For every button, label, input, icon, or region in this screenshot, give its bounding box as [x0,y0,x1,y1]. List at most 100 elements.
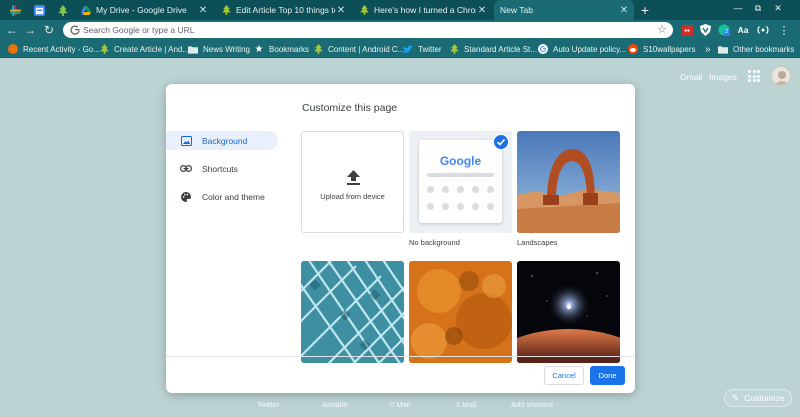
bookmark-other-bookmarks[interactable]: Other bookmarks [718,42,794,56]
image-icon [180,135,192,147]
new-tab-button[interactable]: + [637,2,653,18]
android-icon [313,44,323,54]
link-icon [180,163,192,175]
pencil-icon: ✎ [731,392,740,403]
apps-grid-icon[interactable] [748,70,760,82]
upload-from-device-tile[interactable]: Upload from device [301,131,404,233]
avatar[interactable] [771,66,791,86]
landscapes-caption: Landscapes [517,238,558,247]
close-tab-icon[interactable]: ✕ [335,5,347,16]
tab-title: My Drive - Google Drive [96,5,187,15]
menu-kebab-icon[interactable]: ⋮ [777,23,791,37]
bookmark-star-icon[interactable]: ☆ [657,23,667,37]
android-icon [359,5,369,15]
landscape-arch-image [517,131,620,233]
close-tab-icon[interactable]: ✕ [476,5,488,16]
reload-icon[interactable]: ↻ [42,23,56,37]
activity-icon [8,44,18,54]
pinned-tab-slack[interactable] [4,1,26,19]
shortcut-airtable[interactable]: Airtable [322,400,347,409]
bookmark-label: Other bookmarks [733,44,795,54]
tab-google-drive[interactable]: My Drive - Google Drive ✕ [75,0,213,20]
architecture-tile[interactable] [301,261,404,363]
bookmark-create-article[interactable]: Create Article | And... [99,42,189,56]
extension-lastpass[interactable] [680,23,694,37]
pinned-tab-android[interactable] [52,1,74,19]
extension-translate[interactable]: Aa [735,23,751,37]
bookmark-label: Recent Activity - Go... [23,44,100,54]
bookmark-auto-update-policy[interactable]: Auto Update policy... [538,42,626,56]
omnibox[interactable]: ☆ [63,22,673,38]
bookmarks-overflow-icon[interactable]: » [705,42,711,56]
tab-edit-article[interactable]: Edit Article Top 10 things to do w ✕ [215,0,351,20]
gmail-link[interactable]: Gmail [680,72,702,82]
close-tab-icon[interactable]: ✕ [618,5,630,16]
bookmark-content-android[interactable]: Content | Android C... [313,42,404,56]
maximize-icon[interactable]: ⧉ [751,3,765,14]
tab-new-tab[interactable]: New Tab ✕ [494,0,634,20]
folder-icon [188,44,198,54]
extension-grammarly[interactable]: 2 [717,23,731,37]
search-bar-preview [427,173,494,177]
images-link[interactable]: Images [709,72,737,82]
no-background-tile[interactable]: Google [409,131,512,233]
space-tile[interactable] [517,261,620,363]
menu-label: Shortcuts [202,163,238,174]
bookmark-label: Bookmarks [269,44,310,54]
minimize-icon[interactable]: — [731,3,745,13]
bookmark-label: S10wallpapers [643,44,696,54]
bookmark-label: Content | Android C... [328,44,405,54]
omnibox-input[interactable] [83,23,643,37]
chevron-double-icon: » [705,43,711,55]
shortcut-1-mail[interactable]: 1 Mail [456,400,476,409]
slack-icon [9,4,21,16]
done-button[interactable]: Done [590,366,625,385]
landscapes-tile[interactable] [517,131,620,233]
bookmark-standard-article[interactable]: Standard Article St... [449,42,537,56]
extension-cast[interactable] [756,23,770,37]
text-size-icon: Aa [737,25,749,35]
bookmark-bookmarks[interactable]: ★ Bookmarks [254,42,310,56]
bookmark-twitter[interactable]: Twitter [403,42,442,56]
space-planet-image [517,261,620,363]
no-background-caption: No background [409,238,460,247]
textures-tile[interactable] [409,261,512,363]
back-icon[interactable]: ← [5,23,19,37]
customize-dialog: Customize this page Background Shortcuts… [166,84,635,393]
shortcut-add[interactable]: Add shortcut [511,400,553,409]
folder-icon [718,44,728,54]
shortcut-0-mail[interactable]: 0 Mail [390,400,410,409]
bookmark-label: Create Article | And... [114,44,190,54]
customize-button[interactable]: ✎ Customize [724,389,792,407]
tab-title: Here's how I turned a Chromebo [374,5,476,15]
google-preview-card: Google [419,140,502,223]
shortcut-twitter[interactable]: Twitter [257,400,279,409]
menu-label: Color and theme [202,191,265,202]
orange-texture-image [409,261,512,363]
menu-item-shortcuts[interactable]: Shortcuts [166,159,278,178]
calendar-icon [33,4,45,16]
pinned-tab-calendar[interactable] [28,1,50,19]
shortcut-dots-preview [427,186,497,210]
bookmark-label: News Writing [203,44,250,54]
menu-item-color-theme[interactable]: Color and theme [166,187,278,206]
menu-label: Background [202,135,248,146]
dialog-title: Customize this page [302,102,398,114]
bookmark-recent-activity[interactable]: Recent Activity - Go... [8,42,100,56]
tab-title: Edit Article Top 10 things to do w [236,5,335,15]
extension-vpn[interactable] [698,23,712,37]
menu-item-background[interactable]: Background [166,131,278,150]
shield-icon [699,24,711,36]
upload-icon [347,170,360,185]
bookmark-label: Twitter [418,44,442,54]
bookmark-s10wallpapers[interactable]: S10wallpapers [628,42,695,56]
drive-icon [81,5,91,15]
forward-icon[interactable]: → [23,23,37,37]
close-tab-icon[interactable]: ✕ [197,5,209,16]
bookmark-news-writing[interactable]: News Writing [188,42,250,56]
lastpass-icon [681,24,693,36]
google-logo: Google [439,154,482,168]
close-window-icon[interactable]: ✕ [771,3,785,14]
cancel-button[interactable]: Cancel [544,366,584,385]
tab-chromebook-article[interactable]: Here's how I turned a Chromebo ✕ [353,0,492,20]
